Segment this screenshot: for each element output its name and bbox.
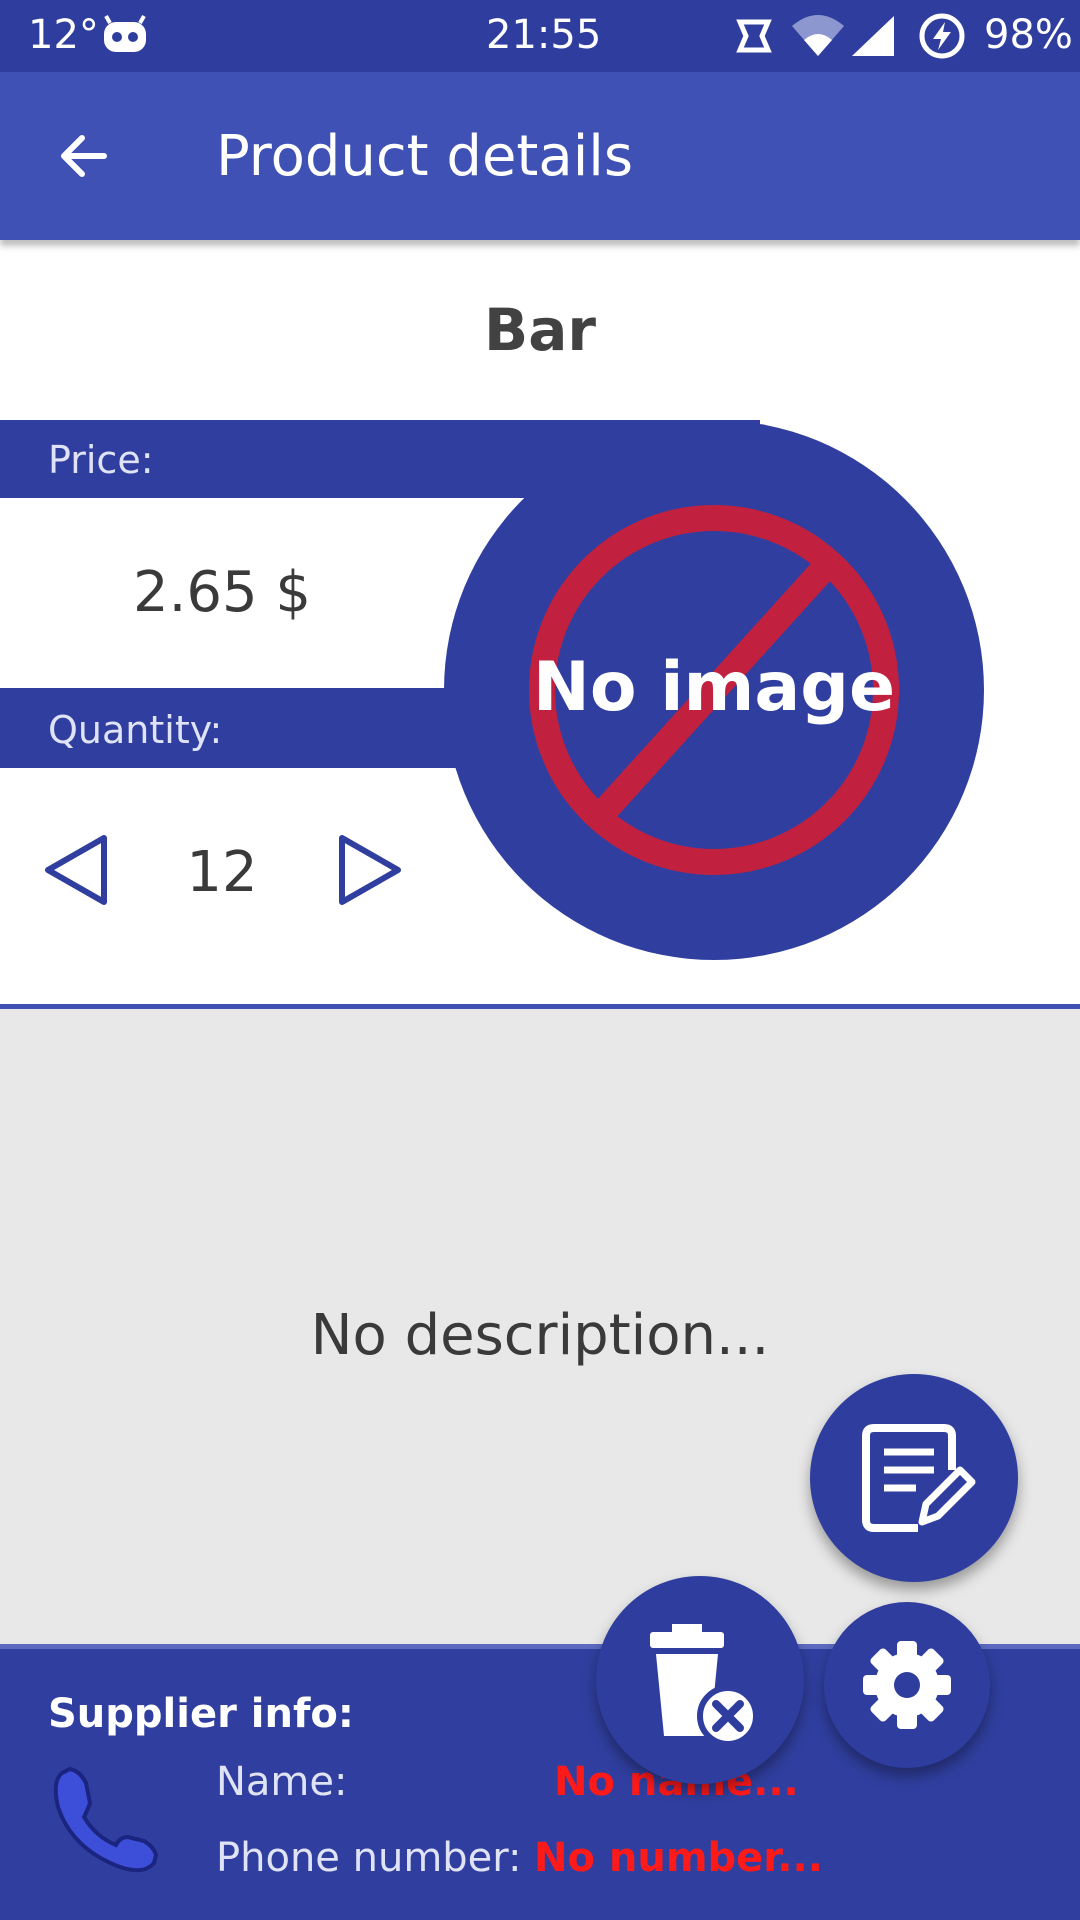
notification-icon — [104, 15, 146, 52]
price-value: 2.65 $ — [132, 560, 312, 625]
product-image[interactable]: No image — [444, 420, 984, 960]
clock-text: 21:55 — [486, 12, 602, 58]
description-text: No description... — [310, 1303, 770, 1368]
delete-product-button[interactable] — [596, 1576, 804, 1784]
delete-icon — [650, 1624, 759, 1747]
page-title: Product details — [216, 124, 633, 189]
arrow-left-icon[interactable] — [52, 124, 116, 188]
phone-icon[interactable] — [48, 1759, 166, 1877]
edit-product-button[interactable] — [810, 1374, 1018, 1582]
data-saver-icon — [736, 19, 772, 53]
supplier-phone-value: No number... — [534, 1835, 823, 1881]
app-bar: Product details — [0, 72, 1080, 240]
quantity-value: 12 — [186, 840, 258, 905]
supplier-phone-label: Phone number: — [216, 1835, 522, 1881]
battery-charging-icon — [919, 13, 965, 59]
price-label: Price: — [48, 438, 154, 482]
battery-text: 98% — [984, 12, 1073, 58]
supplier-header: Supplier info: — [48, 1691, 354, 1737]
product-name: Bar — [484, 296, 596, 364]
temperature-text: 12° — [28, 12, 99, 58]
no-image-text: No image — [532, 648, 896, 727]
edit-note-icon — [862, 1424, 976, 1532]
quantity-label: Quantity: — [48, 708, 223, 752]
wifi-icon — [792, 15, 844, 56]
increase-quantity-button[interactable] — [332, 830, 406, 910]
supplier-name-label: Name: — [216, 1759, 348, 1805]
decrease-quantity-button[interactable] — [40, 830, 114, 910]
signal-icon — [852, 16, 894, 56]
status-bar: 12° 21:55 98% — [0, 0, 1080, 72]
settings-button[interactable] — [824, 1602, 990, 1768]
gear-icon — [863, 1641, 951, 1729]
